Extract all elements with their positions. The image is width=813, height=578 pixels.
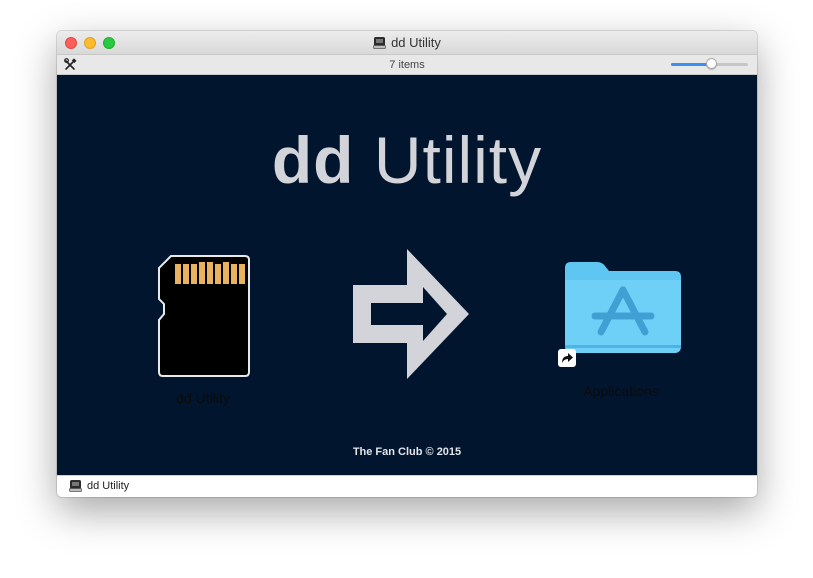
applications-folder-icon[interactable]: [563, 260, 683, 355]
sd-card-icon[interactable]: [157, 254, 251, 378]
icon-label-applications: Applications: [583, 383, 659, 399]
background-title-regular: Utility: [354, 123, 543, 197]
drive-icon: [69, 480, 82, 492]
background-title-bold: dd: [271, 123, 355, 197]
path-item-label: dd Utility: [87, 480, 130, 492]
icon-size-slider[interactable]: [671, 58, 748, 69]
window-title: dd Utility: [57, 35, 757, 50]
item-count: 7 items: [389, 59, 425, 71]
title-bar[interactable]: dd Utility: [57, 31, 757, 55]
status-toolbar: 7 items: [57, 55, 757, 75]
path-item-dd-utility[interactable]: dd Utility: [69, 480, 129, 492]
finder-window: dd Utility 7 items dd Utility dd Utility…: [57, 31, 757, 497]
credit-text: The Fan Club © 2015: [352, 446, 462, 458]
background-title: dd Utility: [57, 127, 757, 193]
window-title-text: dd Utility: [391, 35, 441, 50]
icon-label-dd-utility: dd Utility: [176, 390, 230, 406]
folder-background: dd Utility dd Utility Applications The F…: [57, 75, 757, 475]
drive-icon: [373, 36, 386, 49]
arrow-right-icon: [353, 249, 469, 379]
path-bar: dd Utility: [57, 475, 757, 497]
slider-knob[interactable]: [705, 58, 717, 69]
alias-arrow-icon: [558, 349, 576, 367]
